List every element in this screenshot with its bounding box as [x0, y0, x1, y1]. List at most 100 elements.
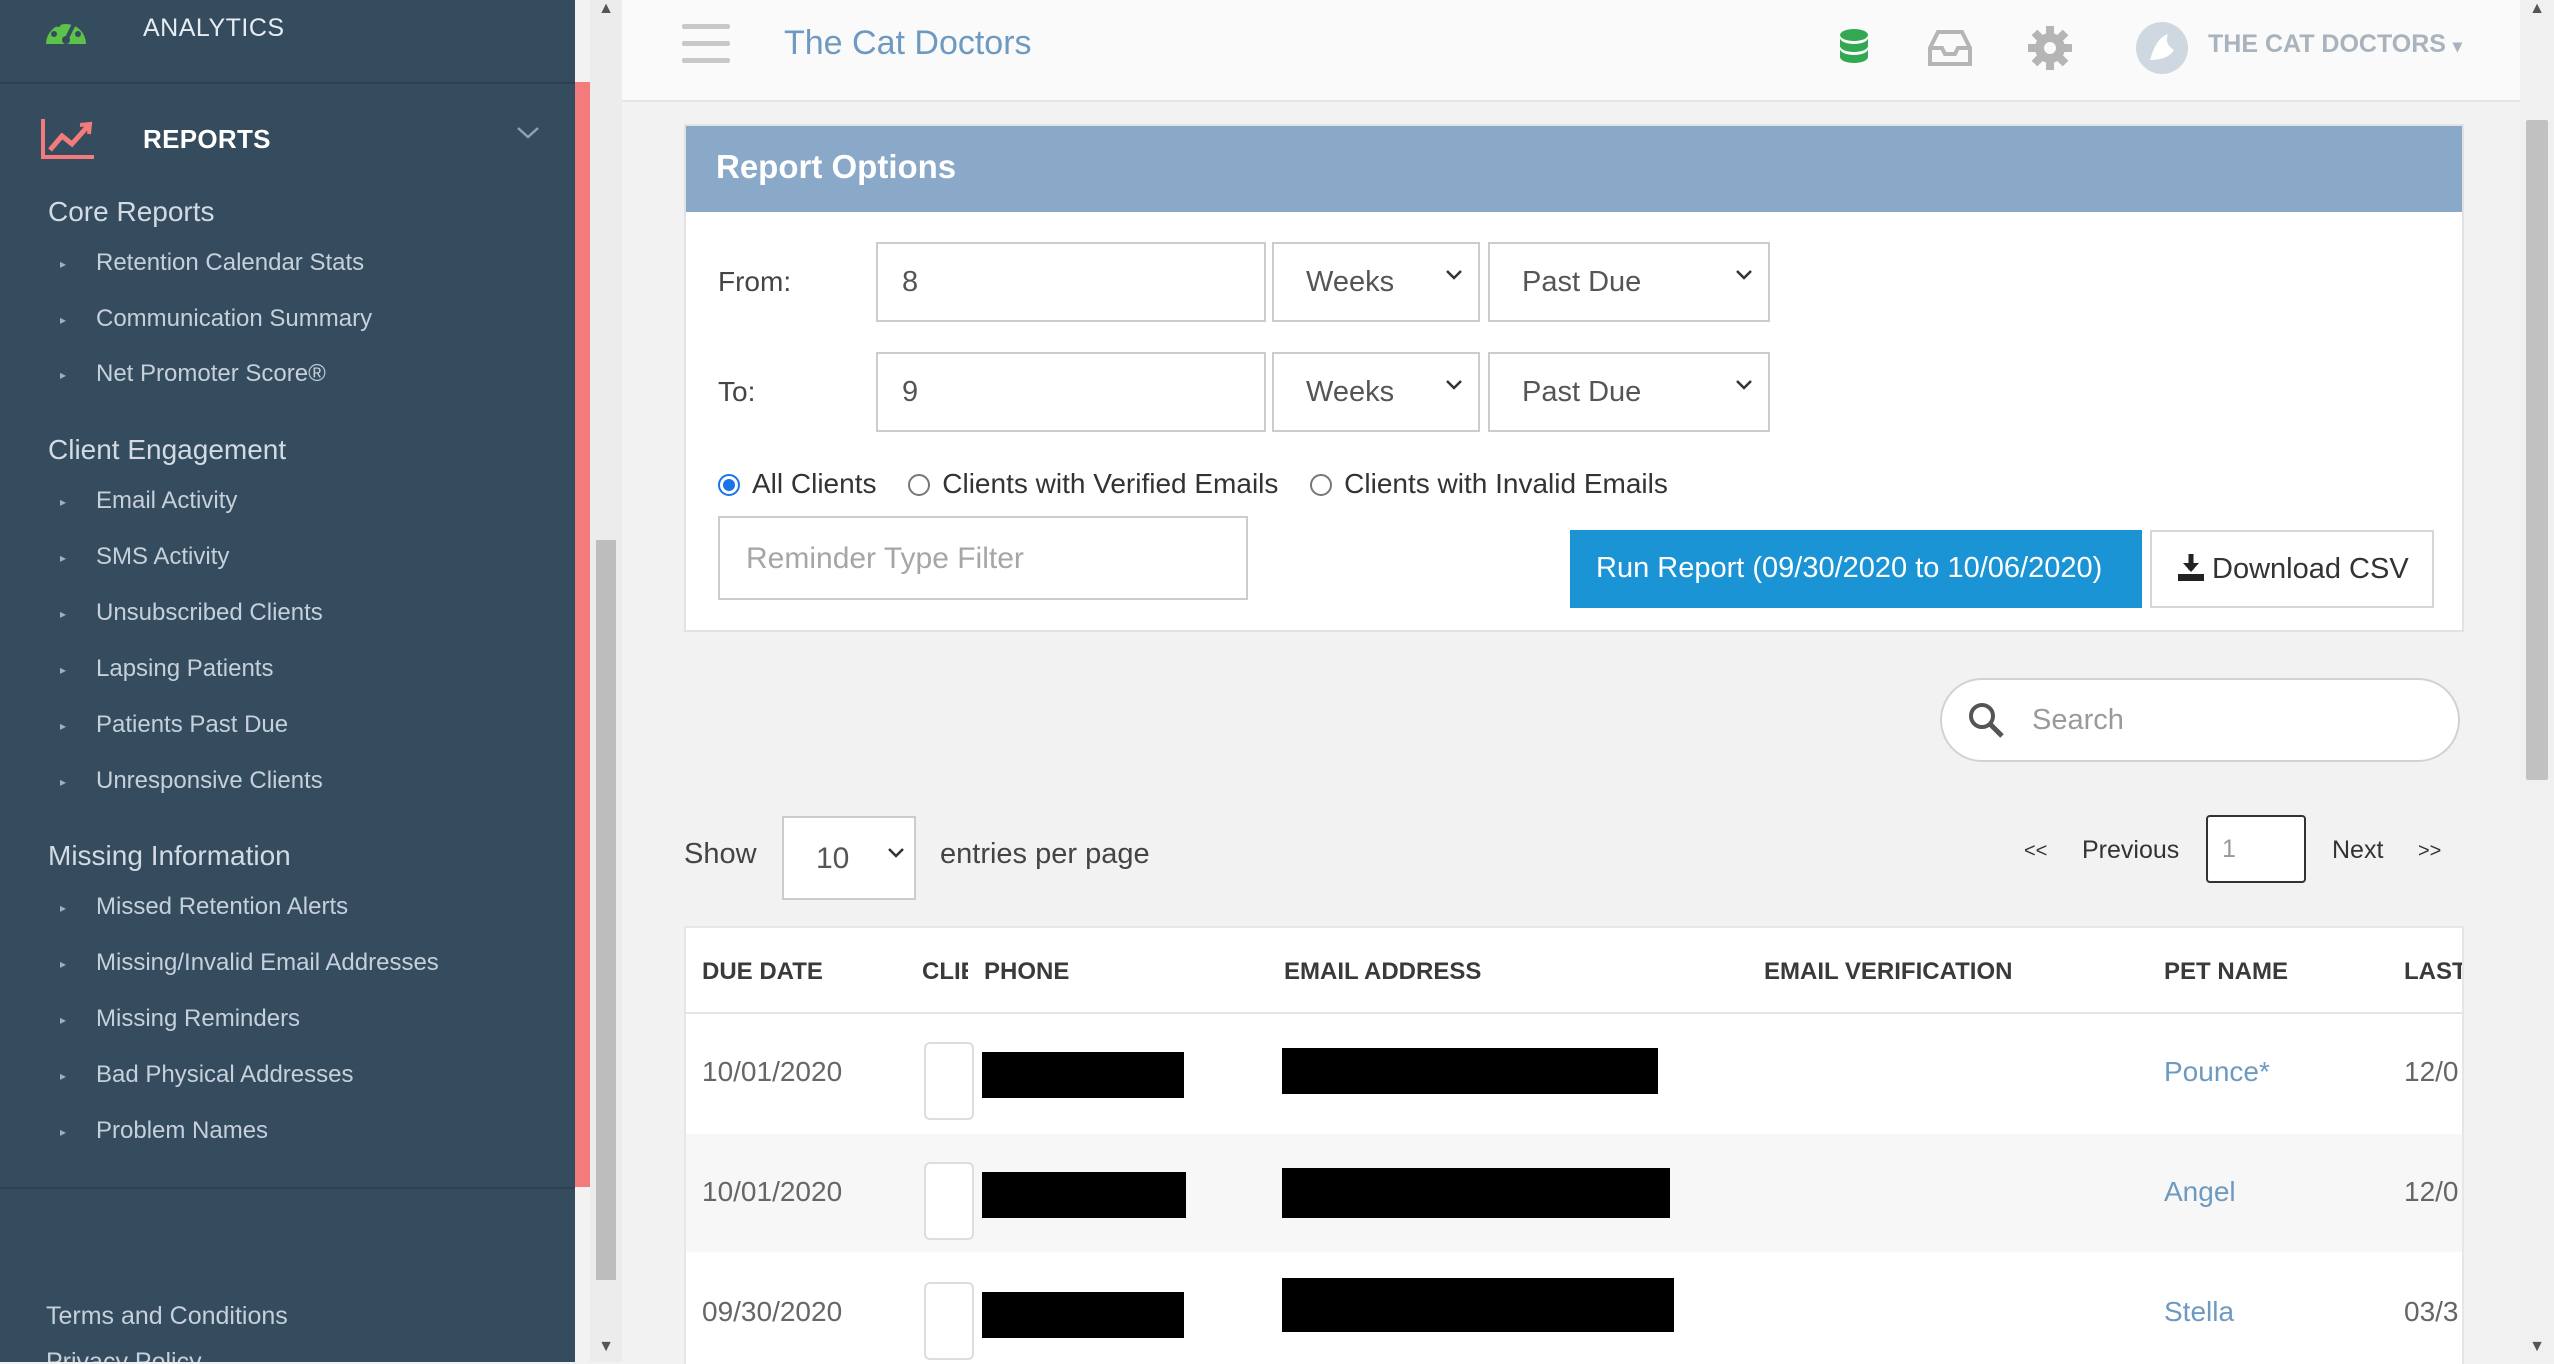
- dashboard-gauge-icon: [46, 21, 86, 44]
- top-bar: The Cat Doctors THE CAT DOCTORS ▾: [622, 0, 2554, 102]
- sidebar-item-sms-activity[interactable]: ▸ SMS Activity: [60, 543, 229, 571]
- sidebar-scrollbar[interactable]: ▲ ▼: [590, 0, 622, 1362]
- sidebar-item-missed-retention-alerts[interactable]: ▸ Missed Retention Alerts: [60, 893, 348, 921]
- privacy-link[interactable]: Privacy Policy: [46, 1348, 202, 1362]
- nav-reports[interactable]: REPORTS: [0, 100, 575, 180]
- download-csv-button[interactable]: Download CSV: [2150, 530, 2434, 608]
- radio-invalid-emails[interactable]: Clients with Invalid Emails: [1310, 468, 1668, 500]
- to-status-select[interactable]: Past Due: [1488, 352, 1770, 432]
- sidebar-item-label: Communication Summary: [96, 305, 373, 332]
- to-unit-select[interactable]: Weeks: [1272, 352, 1480, 432]
- cell-pet-name[interactable]: Angel: [2164, 1176, 2236, 1208]
- redacted-email: [1282, 1168, 1670, 1218]
- col-header-email-verification[interactable]: EMAIL VERIFICATION: [1764, 958, 2012, 986]
- sidebar-item-retention-calendar-stats[interactable]: ▸ Retention Calendar Stats: [60, 249, 364, 277]
- last-page-button[interactable]: >>: [2418, 840, 2441, 863]
- bullet-icon: ▸: [60, 662, 67, 677]
- hamburger-menu-icon[interactable]: [682, 24, 730, 64]
- col-header-last[interactable]: LAST: [2404, 958, 2462, 986]
- col-header-client[interactable]: CLIE: [922, 958, 968, 986]
- to-value-input[interactable]: 9: [876, 352, 1266, 432]
- from-status-select[interactable]: Past Due: [1488, 242, 1770, 322]
- col-header-due-date[interactable]: DUE DATE: [702, 958, 823, 986]
- page-scroll-thumb[interactable]: [2526, 120, 2548, 780]
- gear-icon[interactable]: [2026, 24, 2074, 72]
- sidebar-scroll-thumb[interactable]: [596, 540, 616, 1280]
- nav-reports-label: REPORTS: [143, 124, 271, 154]
- run-report-button[interactable]: Run Report (09/30/2020 to 10/06/2020): [1570, 530, 2142, 608]
- sidebar-item-missing-reminders[interactable]: ▸ Missing Reminders: [60, 1005, 300, 1033]
- page-number-input[interactable]: 1: [2206, 815, 2306, 883]
- reminder-type-filter-input[interactable]: Reminder Type Filter: [718, 516, 1248, 600]
- table-row[interactable]: 10/01/2020 Pounce* 12/0: [686, 1014, 2462, 1132]
- bullet-icon: ▸: [60, 312, 67, 327]
- table-row[interactable]: 10/01/2020 Angel 12/0: [686, 1134, 2462, 1252]
- page-scrollbar[interactable]: ▲ ▼: [2520, 0, 2554, 1362]
- terms-link[interactable]: Terms and Conditions: [46, 1302, 288, 1331]
- redacted-email: [1282, 1048, 1658, 1094]
- previous-page-button[interactable]: Previous: [2082, 836, 2179, 865]
- first-page-button[interactable]: <<: [2024, 840, 2047, 863]
- from-value-input[interactable]: 8: [876, 242, 1266, 322]
- sidebar-item-unsubscribed-clients[interactable]: ▸ Unsubscribed Clients: [60, 599, 323, 627]
- sidebar-item-label: Retention Calendar Stats: [96, 249, 365, 276]
- cell-pet-name[interactable]: Stella: [2164, 1296, 2234, 1328]
- bullet-icon: ▸: [60, 1124, 67, 1139]
- from-unit-select[interactable]: Weeks: [1272, 242, 1480, 322]
- user-menu[interactable]: THE CAT DOCTORS ▾: [2208, 30, 2462, 59]
- sidebar-item-missing-invalid-email[interactable]: ▸ Missing/Invalid Email Addresses: [60, 949, 439, 977]
- entries-per-page-select[interactable]: 10: [782, 816, 916, 900]
- chevron-down-icon: [888, 848, 904, 858]
- sidebar-item-bad-physical-addresses[interactable]: ▸ Bad Physical Addresses: [60, 1061, 353, 1089]
- client-phone-icon[interactable]: [924, 1042, 974, 1120]
- search-input[interactable]: Search: [1940, 678, 2460, 762]
- col-header-phone[interactable]: PHONE: [984, 958, 1069, 986]
- bullet-icon: ▸: [60, 718, 67, 733]
- col-header-pet-name[interactable]: PET NAME: [2164, 958, 2288, 986]
- radio-label: Clients with Invalid Emails: [1344, 467, 1668, 499]
- sidebar-item-label: Missing/Invalid Email Addresses: [96, 949, 439, 976]
- sidebar-item-unresponsive-clients[interactable]: ▸ Unresponsive Clients: [60, 767, 323, 795]
- col-header-email-address[interactable]: EMAIL ADDRESS: [1284, 958, 1481, 986]
- redacted-phone: [982, 1052, 1184, 1098]
- database-icon[interactable]: [1838, 28, 1870, 68]
- scroll-up-arrow-icon[interactable]: ▲: [590, 0, 622, 18]
- line-chart-icon: [41, 119, 94, 159]
- sidebar-item-label: Lapsing Patients: [96, 655, 274, 682]
- user-avatar-icon[interactable]: [2134, 20, 2190, 76]
- table-row[interactable]: 09/30/2020 Stella 03/3: [686, 1254, 2462, 1364]
- bullet-icon: ▸: [60, 956, 67, 971]
- bullet-icon: ▸: [60, 550, 67, 565]
- sidebar-item-lapsing-patients[interactable]: ▸ Lapsing Patients: [60, 655, 273, 683]
- from-label: From:: [718, 266, 792, 297]
- radio-all-clients[interactable]: All Clients: [718, 468, 876, 500]
- scroll-down-arrow-icon[interactable]: ▼: [590, 1338, 622, 1356]
- section-missing-information: Missing Information: [48, 840, 291, 871]
- brand-title[interactable]: The Cat Doctors: [784, 24, 1032, 63]
- cell-last: 12/0: [2404, 1056, 2459, 1087]
- page-scroll-up-icon[interactable]: ▲: [2520, 0, 2554, 18]
- chevron-down-icon[interactable]: [516, 126, 540, 140]
- nav-analytics[interactable]: ANALYTICS: [0, 0, 575, 84]
- bullet-icon: ▸: [60, 494, 67, 509]
- sidebar-item-email-activity[interactable]: ▸ Email Activity: [60, 487, 237, 515]
- sidebar-item-patients-past-due[interactable]: ▸ Patients Past Due: [60, 711, 288, 739]
- sidebar-item-label: Missing Reminders: [96, 1005, 301, 1032]
- client-phone-icon[interactable]: [924, 1162, 974, 1240]
- cell-pet-name[interactable]: Pounce*: [2164, 1056, 2270, 1088]
- search-placeholder: Search: [2032, 704, 2124, 736]
- next-page-button[interactable]: Next: [2332, 836, 2383, 865]
- radio-verified-emails[interactable]: Clients with Verified Emails: [908, 468, 1278, 500]
- chevron-down-icon: [1736, 270, 1752, 280]
- sidebar-item-communication-summary[interactable]: ▸ Communication Summary: [60, 305, 372, 333]
- inbox-icon[interactable]: [1926, 28, 1974, 68]
- page-scroll-down-icon[interactable]: ▼: [2520, 1338, 2554, 1356]
- redacted-phone: [982, 1172, 1186, 1218]
- client-filter-radios: All Clients Clients with Verified Emails…: [718, 466, 1692, 500]
- sidebar-item-problem-names[interactable]: ▸ Problem Names: [60, 1117, 268, 1145]
- cell-last: 12/0: [2404, 1176, 2459, 1207]
- client-phone-icon[interactable]: [924, 1282, 974, 1360]
- to-label: To:: [718, 376, 756, 407]
- sidebar-item-net-promoter-score[interactable]: ▸ Net Promoter Score®: [60, 360, 326, 388]
- section-core-reports: Core Reports: [48, 196, 215, 227]
